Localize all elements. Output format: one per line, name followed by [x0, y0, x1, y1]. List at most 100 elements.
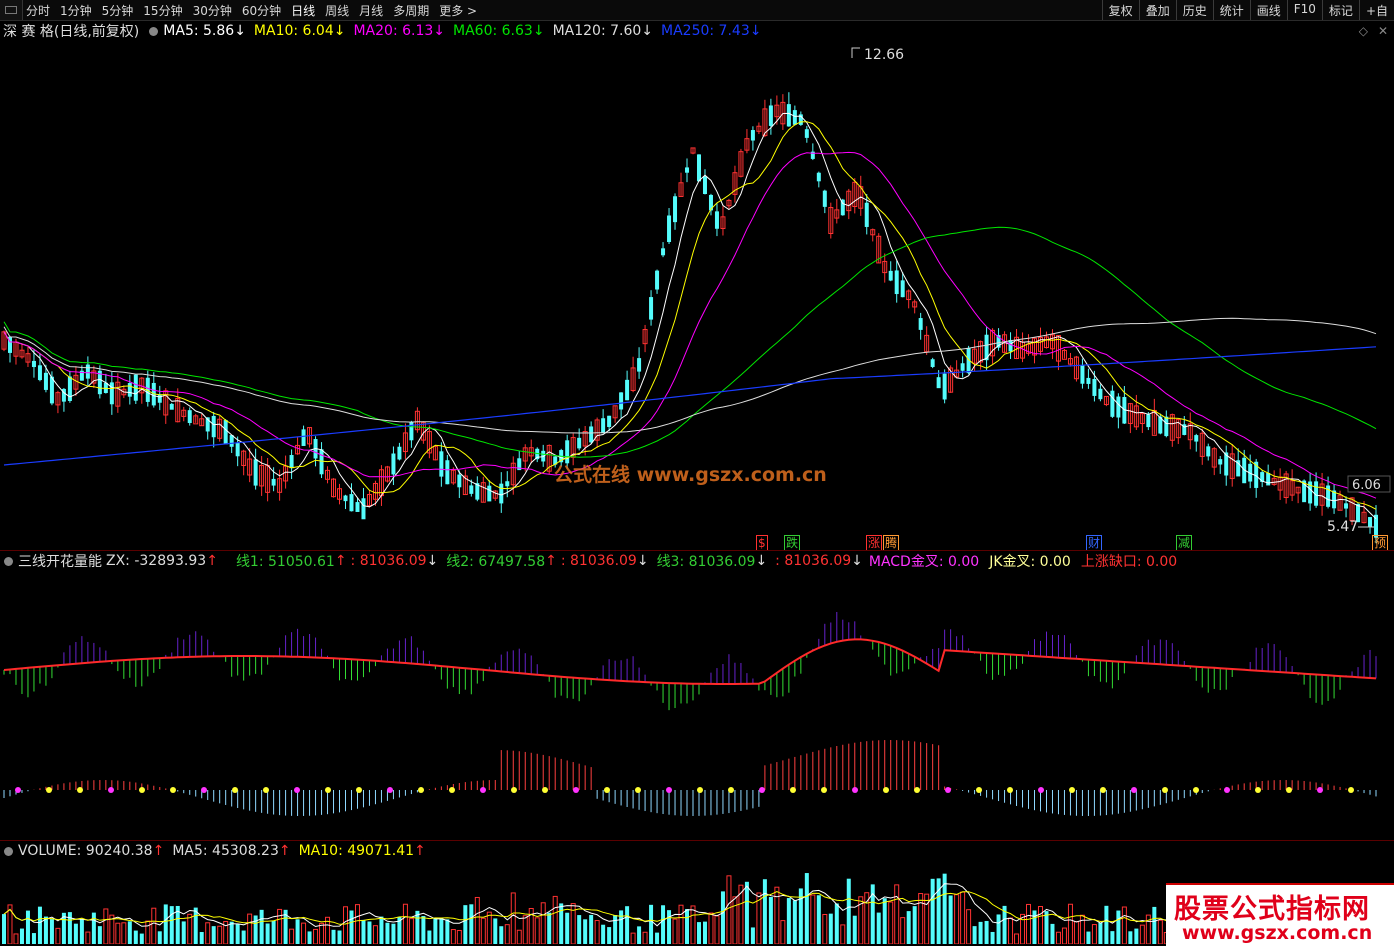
volume-bar — [486, 911, 492, 944]
indicator-toggle-icon[interactable] — [4, 556, 13, 566]
event-badge[interactable]: 跌 — [784, 535, 801, 551]
arrow-up-icon: ↑ — [414, 843, 426, 859]
tab-weekly[interactable]: 周线 — [325, 2, 349, 19]
signal-dot — [449, 787, 455, 793]
volume-bar — [1014, 933, 1020, 944]
volume-bar — [205, 922, 211, 944]
event-badge[interactable]: 涨 — [866, 535, 883, 551]
event-badge[interactable]: 财 — [1086, 535, 1103, 551]
tab-multi-period[interactable]: 多周期 — [393, 2, 429, 19]
volume-bar — [630, 932, 636, 944]
arrow-up-icon: ↑ — [152, 843, 165, 859]
event-badge[interactable]: 腾 — [883, 535, 900, 551]
volume-bar — [607, 927, 612, 944]
volume-bar — [493, 918, 498, 944]
candle-body — [625, 379, 630, 401]
candle-body — [696, 154, 701, 182]
history-button[interactable]: 历史 — [1175, 0, 1213, 20]
tab-fenshi[interactable]: 分时 — [26, 2, 50, 19]
candle-body — [187, 410, 192, 423]
volume-bar — [516, 929, 522, 944]
candle-body — [127, 383, 132, 397]
volume-bar — [145, 920, 151, 944]
ma20-value: MA20: 6.13 — [353, 23, 434, 39]
fuquan-button[interactable]: 复权 — [1101, 0, 1139, 20]
candle-body — [505, 481, 510, 487]
arrow-icon: ↓ — [234, 23, 246, 39]
volume-bar — [361, 919, 366, 944]
volume-bar — [1110, 931, 1115, 944]
signal-dot — [635, 787, 641, 793]
volume-bar — [343, 906, 349, 944]
signal-dot — [46, 787, 52, 793]
volume-bar — [547, 912, 552, 944]
candle-body — [637, 358, 642, 372]
volume-bar — [1086, 931, 1091, 944]
indicator-chart[interactable] — [0, 570, 1394, 840]
candle-body — [936, 377, 941, 389]
signal-dot — [573, 787, 579, 793]
volume-bar — [792, 900, 797, 944]
arrow-icon: ↓ — [641, 23, 654, 39]
volume-bar — [19, 928, 24, 944]
volume-bar — [732, 896, 738, 944]
volume-bar — [876, 912, 881, 944]
candle-body — [1086, 377, 1091, 384]
tab-15min[interactable]: 15分钟 — [143, 2, 182, 19]
tab-30min[interactable]: 30分钟 — [193, 2, 232, 19]
volume-bar — [445, 919, 450, 944]
volume-bar — [661, 905, 666, 944]
legend-toggle-icon[interactable] — [149, 26, 159, 36]
layout-toggle-icon[interactable] — [0, 0, 23, 20]
volume-bar — [499, 926, 504, 944]
volume-bar — [906, 911, 911, 944]
period-tabs: 分时 1分钟 5分钟 15分钟 30分钟 60分钟 日线 周线 月线 多周期 更… — [26, 2, 477, 19]
tab-1min[interactable]: 1分钟 — [60, 2, 92, 19]
volume-bar — [655, 932, 660, 944]
arrow-up-icon: ↑ — [334, 553, 347, 569]
signal-dot — [1100, 787, 1106, 793]
volume-bar — [133, 930, 138, 944]
arrow-icon: ↓ — [433, 23, 446, 39]
close-icon[interactable]: ✕ — [1378, 24, 1388, 38]
candle-body — [619, 392, 624, 410]
candle-body — [1008, 339, 1013, 352]
signal-dot — [15, 787, 21, 793]
tab-monthly[interactable]: 月线 — [359, 2, 383, 19]
tab-60min[interactable]: 60分钟 — [242, 2, 281, 19]
indicator-legend: 三线开花量能 ZX: -32893.93 ↑ 线1: 51050.61 ↑ : 81… — [0, 552, 1183, 570]
f10-button[interactable]: F10 — [1286, 0, 1322, 20]
ma250-value: MA250: 7.43 — [661, 23, 750, 39]
event-badge[interactable]: $ — [756, 535, 768, 551]
candle-body — [355, 502, 360, 512]
volume-bar — [1091, 924, 1097, 944]
volume-bar — [744, 881, 749, 944]
signal-dot — [1162, 787, 1168, 793]
draw-button[interactable]: 画线 — [1249, 0, 1287, 20]
tab-more[interactable]: 更多 > — [439, 2, 477, 19]
overlay-button[interactable]: 叠加 — [1138, 0, 1176, 20]
custom-add-button[interactable]: +自 — [1358, 0, 1394, 20]
mark-button[interactable]: 标记 — [1321, 0, 1359, 20]
volume-toggle-icon[interactable] — [4, 846, 13, 856]
candle-body — [792, 110, 797, 125]
candle-body — [43, 372, 48, 390]
volume-ma10: MA10: 49071.41 — [298, 843, 415, 859]
signal-dot — [356, 787, 362, 793]
tab-daily[interactable]: 日线 — [291, 2, 315, 19]
high-price-label: 12.66 — [864, 47, 904, 63]
tab-5min[interactable]: 5分钟 — [102, 2, 134, 19]
stats-button[interactable]: 统计 — [1212, 0, 1250, 20]
candle-body — [661, 248, 666, 256]
volume-bar — [97, 926, 102, 944]
arrow-up-icon: ↑ — [278, 843, 291, 859]
event-badge[interactable]: 减 — [1176, 535, 1193, 551]
candle-body — [499, 483, 504, 504]
volume-bar — [73, 923, 78, 944]
volume-bar — [379, 916, 384, 944]
event-badge[interactable]: 预 — [1372, 535, 1389, 551]
diamond-icon[interactable]: ◇ — [1359, 24, 1368, 38]
signal-dot — [201, 787, 207, 793]
volume-bar — [625, 906, 630, 944]
volume-bar — [187, 913, 193, 944]
